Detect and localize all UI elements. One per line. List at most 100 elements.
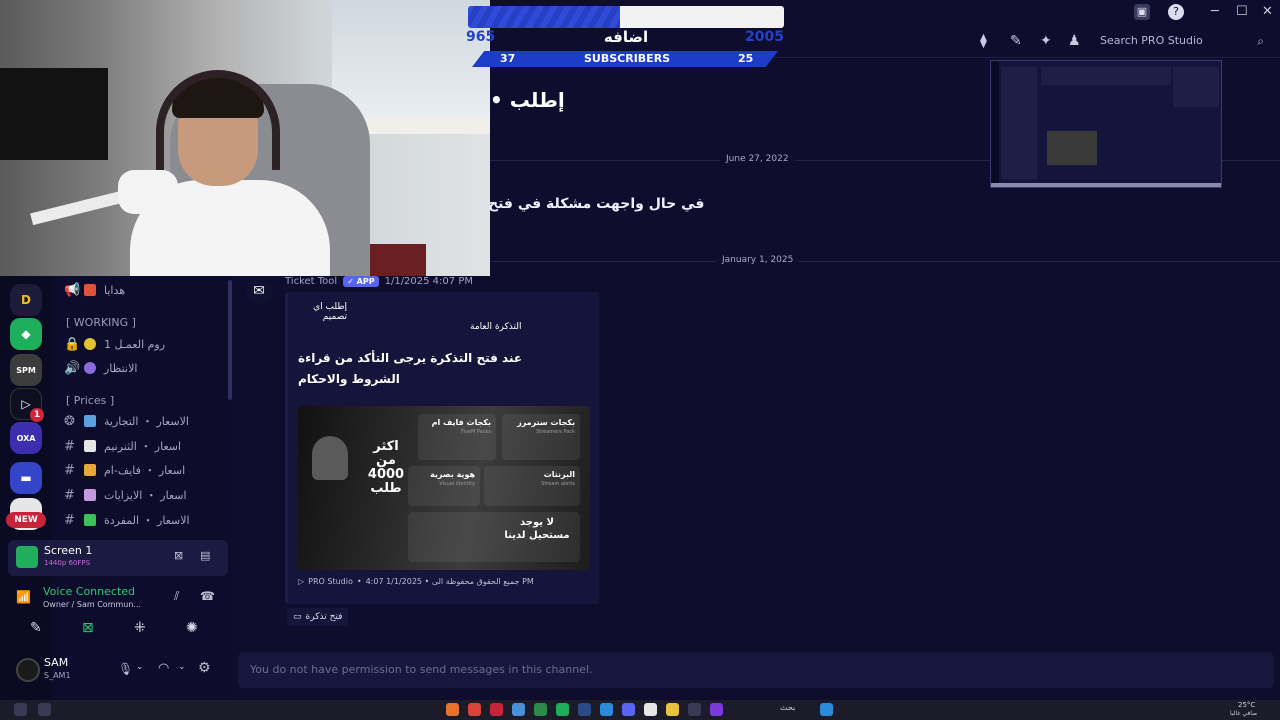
channel-work-room-1[interactable]: 🔒 روم العمـل 1 — [64, 334, 228, 354]
lock-icon: 🔒 — [64, 336, 81, 352]
server-icon-play[interactable]: ▷ 1 — [10, 388, 44, 422]
speaker-icon: 🔊 — [64, 360, 81, 376]
channel-gifts[interactable]: 📢 هدايا — [64, 280, 228, 300]
taskbar-search-label[interactable]: بحث — [780, 703, 795, 712]
channel-prices-fivem[interactable]: # اسعار ・ فايف-ام — [64, 460, 228, 480]
message-mid-text: في حال واجهت مشكلة في فتح — [488, 196, 705, 212]
cam-red-object — [366, 244, 426, 276]
taskbar-app-icon[interactable] — [490, 703, 503, 716]
taskbar-app-icon[interactable] — [710, 703, 723, 716]
screen-share-icon — [16, 546, 38, 568]
voice-connected-label[interactable]: Voice Connected — [43, 585, 135, 598]
channel-emoji-icon — [84, 514, 96, 526]
tile-title: هوية بصرية — [430, 470, 475, 479]
username[interactable]: SAM — [44, 656, 68, 669]
spotify-icon[interactable] — [556, 703, 569, 716]
cam-tv — [0, 68, 108, 160]
task-view-icon[interactable] — [38, 703, 51, 716]
chevron-down-icon[interactable]: ⌄ — [136, 662, 144, 672]
embed-title: التذكرة العامة — [470, 322, 522, 332]
channel-label: الاسعار ・ المفردة — [104, 514, 190, 527]
help-icon[interactable]: ? — [1168, 4, 1184, 20]
edge-icon[interactable] — [600, 703, 613, 716]
channel-waiting[interactable]: 🔊 الانتظار — [64, 358, 228, 378]
share-screen-icon[interactable]: ⊠ — [82, 620, 94, 636]
open-ticket-button[interactable]: ▭ فتح تذكرة — [287, 608, 349, 626]
tile-subtitle: Visual Identity — [439, 481, 475, 487]
channel-prices-single[interactable]: # الاسعار ・ المفردة — [64, 510, 228, 530]
minimize-button[interactable]: ─ — [1211, 4, 1219, 19]
bot-name[interactable]: Ticket Tool — [285, 276, 337, 287]
subscriber-right-count: 2005 — [745, 29, 784, 45]
announcement-icon: 📢 — [64, 282, 81, 298]
pin-icon[interactable]: ✦ — [1040, 33, 1052, 49]
ticket-embed: إطلب اي تصميم التذكرة العامة عند فتح الت… — [285, 292, 599, 604]
threads-icon[interactable]: ⧫ — [980, 33, 987, 49]
channel-prices-2[interactable]: # اسعار ・ الثنرنيم — [64, 436, 228, 456]
server-folder-icon[interactable]: ▬ — [10, 462, 42, 494]
server-icon-green[interactable]: ◆ — [10, 318, 42, 350]
screen-preview-thumbnail[interactable] — [990, 60, 1222, 188]
category-working[interactable]: [ WORKING ] — [66, 316, 136, 329]
steam-icon[interactable] — [578, 703, 591, 716]
channel-prices-commercial[interactable]: ❂ الاسعار ・ التجارية — [64, 411, 228, 431]
search-input[interactable]: Search PRO Studio ⌕ — [1092, 30, 1272, 52]
taskbar-app-icon[interactable] — [446, 703, 459, 716]
file-explorer-icon[interactable] — [666, 703, 679, 716]
taskbar-app-icon[interactable] — [820, 703, 833, 716]
gear-icon[interactable]: ⚙ — [198, 660, 211, 676]
signal-icon: 📶 — [16, 590, 31, 604]
category-prices[interactable]: [ Prices ] — [66, 394, 114, 407]
stop-stream-icon[interactable]: ⊠ — [174, 549, 183, 562]
taskbar-app-icon[interactable] — [534, 703, 547, 716]
activities-icon[interactable]: ⁜ — [134, 620, 146, 636]
start-icon[interactable] — [14, 703, 27, 716]
camera-off-icon[interactable]: ✎ — [30, 620, 42, 636]
message-big-text: • إطلب — [490, 88, 565, 112]
chevron-down-icon[interactable]: ⌄ — [178, 662, 186, 672]
microphone-icon[interactable]: 🎙 — [118, 662, 133, 676]
hash-icon: # — [64, 462, 75, 478]
embed-footer: ▷ PRO Studio • 4:07 1/1/2025 • جميع الحق… — [298, 577, 534, 586]
banner-tile-streamers: بكجات سترمرز Streamers Pack — [502, 414, 580, 460]
taskbar-app-icon[interactable] — [512, 703, 525, 716]
close-button[interactable]: ✕ — [1262, 4, 1273, 19]
taskbar-app-icon[interactable] — [644, 703, 657, 716]
screen-share-panel[interactable]: Screen 1 1440p 60FPS ⊠ ▤ — [8, 540, 228, 576]
soundboard-icon[interactable]: ✺ — [186, 620, 198, 636]
disconnect-icon[interactable]: ☎ — [200, 589, 215, 603]
server-icon-oxa[interactable]: OXA — [10, 422, 42, 454]
date-divider — [490, 261, 1280, 262]
avatar[interactable] — [16, 658, 40, 682]
webcam-overlay — [0, 0, 490, 276]
channel-list: 📢 هدايا [ WORKING ] 🔒 روم العمـل 1 🔊 الا… — [52, 276, 232, 540]
taskbar-app-icon[interactable] — [468, 703, 481, 716]
server-label: ▷ — [21, 397, 31, 411]
popout-icon[interactable]: ▤ — [200, 549, 210, 562]
mute-notifications-icon[interactable]: ✎ — [1010, 33, 1022, 49]
maximize-button[interactable]: ☐ — [1236, 4, 1248, 19]
noise-suppression-icon[interactable]: ⫽ — [174, 589, 179, 604]
server-icon-spm[interactable]: SPM — [10, 354, 42, 386]
windows-taskbar: بحث 25°C صافي غالبا — [0, 700, 1280, 720]
discord-icon[interactable] — [622, 703, 635, 716]
thumb-bottom-bar — [991, 183, 1221, 187]
server-label: ◆ — [21, 327, 31, 341]
member-list-icon[interactable]: ♟ — [1068, 33, 1081, 49]
new-badge[interactable]: NEW — [6, 512, 46, 528]
cam-microphone — [118, 170, 178, 214]
subscriber-band-left: 37 — [500, 52, 516, 65]
banner-person — [312, 436, 348, 480]
bot-avatar[interactable]: ✉ — [246, 278, 272, 304]
screen-share-quality: 1440p 60FPS — [44, 559, 91, 567]
channel-scrollbar[interactable] — [228, 280, 232, 400]
server-icon-d[interactable]: D — [10, 284, 42, 316]
headphones-icon[interactable]: ◠ — [158, 661, 169, 676]
voice-status-panel: 📶 Voice Connected Owner / Sam Commun... … — [8, 582, 228, 618]
message-input[interactable]: You do not have permission to send messa… — [238, 652, 1274, 688]
channel-prices-4[interactable]: # اسعار ・ الايزايات — [64, 485, 228, 505]
voice-channel-label[interactable]: Owner / Sam Commun... — [43, 600, 141, 609]
taskbar-app-icon[interactable] — [688, 703, 701, 716]
server-label: ▬ — [20, 471, 32, 485]
inbox-icon[interactable]: ▣ — [1134, 4, 1150, 20]
